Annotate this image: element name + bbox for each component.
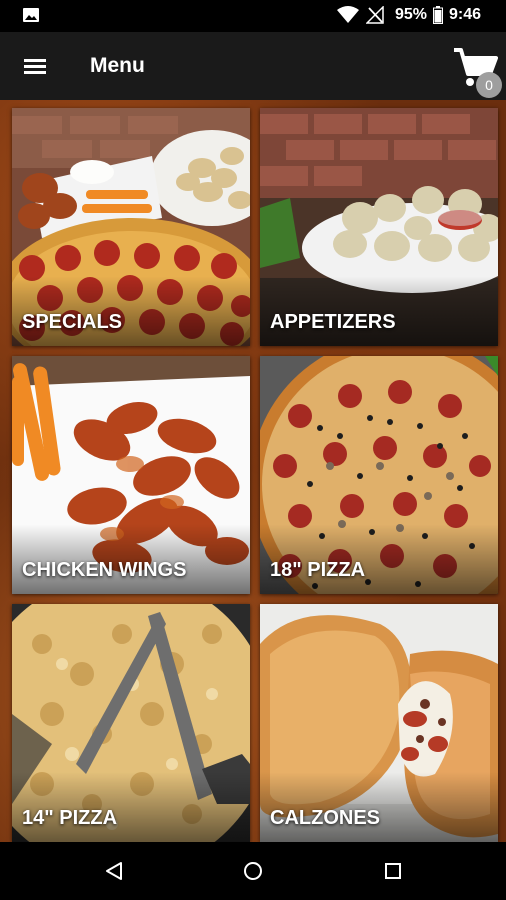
- category-label: CHICKEN WINGS: [22, 559, 187, 581]
- battery-percentage: 95%: [395, 6, 428, 23]
- app-bar: Menu 0: [0, 32, 506, 100]
- battery-icon: [433, 6, 443, 24]
- category-tile-18-pizza[interactable]: 18" PIZZA: [260, 356, 498, 594]
- gallery-notification-icon: [23, 8, 39, 22]
- category-tile-14-pizza[interactable]: 14" PIZZA: [12, 604, 250, 842]
- category-label: APPETIZERS: [270, 311, 396, 333]
- category-tile-appetizers[interactable]: APPETIZERS: [260, 108, 498, 346]
- recents-icon[interactable]: [384, 862, 402, 880]
- hamburger-menu-icon[interactable]: [18, 52, 52, 80]
- category-label: 14" PIZZA: [22, 807, 118, 829]
- category-tile-chicken-wings[interactable]: CHICKEN WINGS: [12, 356, 250, 594]
- clock: 9:46: [449, 6, 482, 23]
- category-grid: SPECIALS APPETIZERS CHICKEN WINGS 18" PI…: [0, 100, 506, 842]
- category-tile-calzones[interactable]: CALZONES: [260, 604, 498, 842]
- wifi-icon: [337, 6, 359, 23]
- status-bar: 95% 9:46: [0, 0, 506, 32]
- category-label: SPECIALS: [22, 311, 123, 333]
- home-icon[interactable]: [243, 861, 263, 881]
- system-navigation-bar: [0, 842, 506, 900]
- no-signal-icon: [366, 6, 384, 24]
- category-tile-specials[interactable]: SPECIALS: [12, 108, 250, 346]
- page-title: Menu: [90, 54, 145, 77]
- category-label: CALZONES: [270, 807, 380, 829]
- back-icon[interactable]: [104, 861, 124, 881]
- cart-count-badge: 0: [476, 72, 502, 98]
- category-label: 18" PIZZA: [270, 559, 366, 581]
